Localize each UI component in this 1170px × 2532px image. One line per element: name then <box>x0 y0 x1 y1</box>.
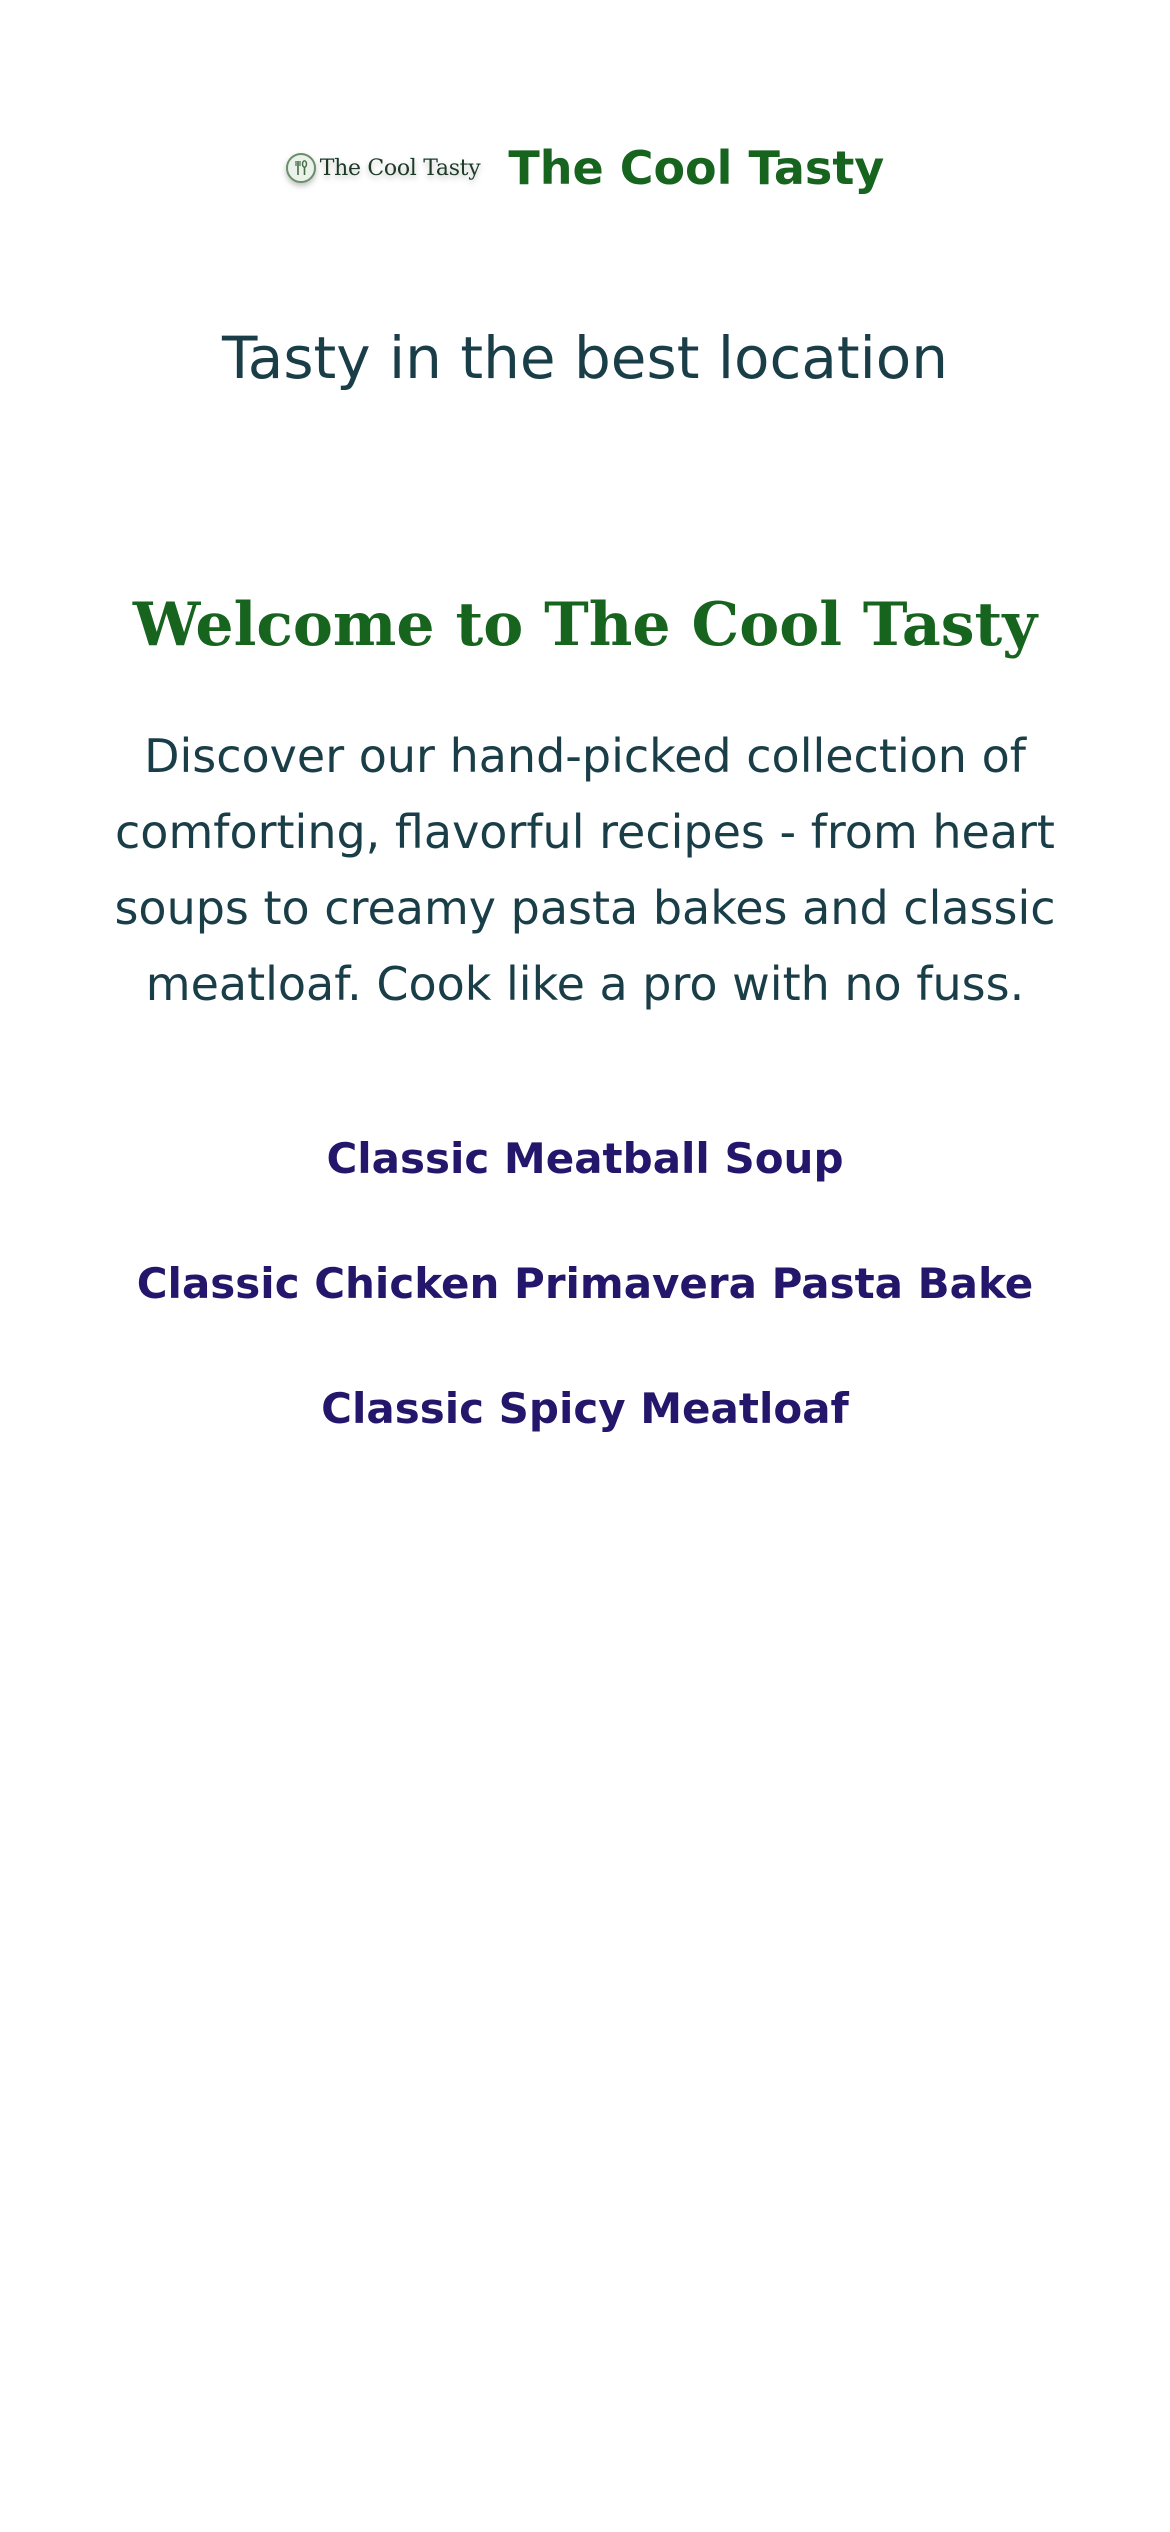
recipe-item: Classic Chicken Primavera Pasta Bake <box>0 1249 1170 1374</box>
site-logo[interactable]: The Cool Tasty <box>285 143 481 193</box>
recipe-link-meatball-soup[interactable]: Classic Meatball Soup <box>326 1134 843 1183</box>
recipe-link-chicken-primavera-pasta-bake[interactable]: Classic Chicken Primavera Pasta Bake <box>137 1259 1034 1308</box>
site-title[interactable]: The Cool Tasty <box>508 141 884 195</box>
intro-paragraph: Discover our hand-picked collection of c… <box>114 729 1056 1011</box>
fork-and-spoon-icon <box>285 153 316 183</box>
recipe-item: Classic Meatball Soup <box>0 1124 1170 1249</box>
welcome-heading: Welcome to The Cool Tasty <box>132 590 1038 660</box>
recipe-link-spicy-meatloaf[interactable]: Classic Spicy Meatloaf <box>321 1384 849 1433</box>
hero-tagline: Tasty in the best location <box>221 324 949 392</box>
recipe-item: Classic Spicy Meatloaf <box>0 1374 1170 1499</box>
site-header: The Cool Tasty The Cool Tasty <box>0 128 1170 208</box>
recipe-list: Classic Meatball Soup Classic Chicken Pr… <box>0 1124 1170 1499</box>
logo-wordmark: The Cool Tasty <box>319 155 481 181</box>
